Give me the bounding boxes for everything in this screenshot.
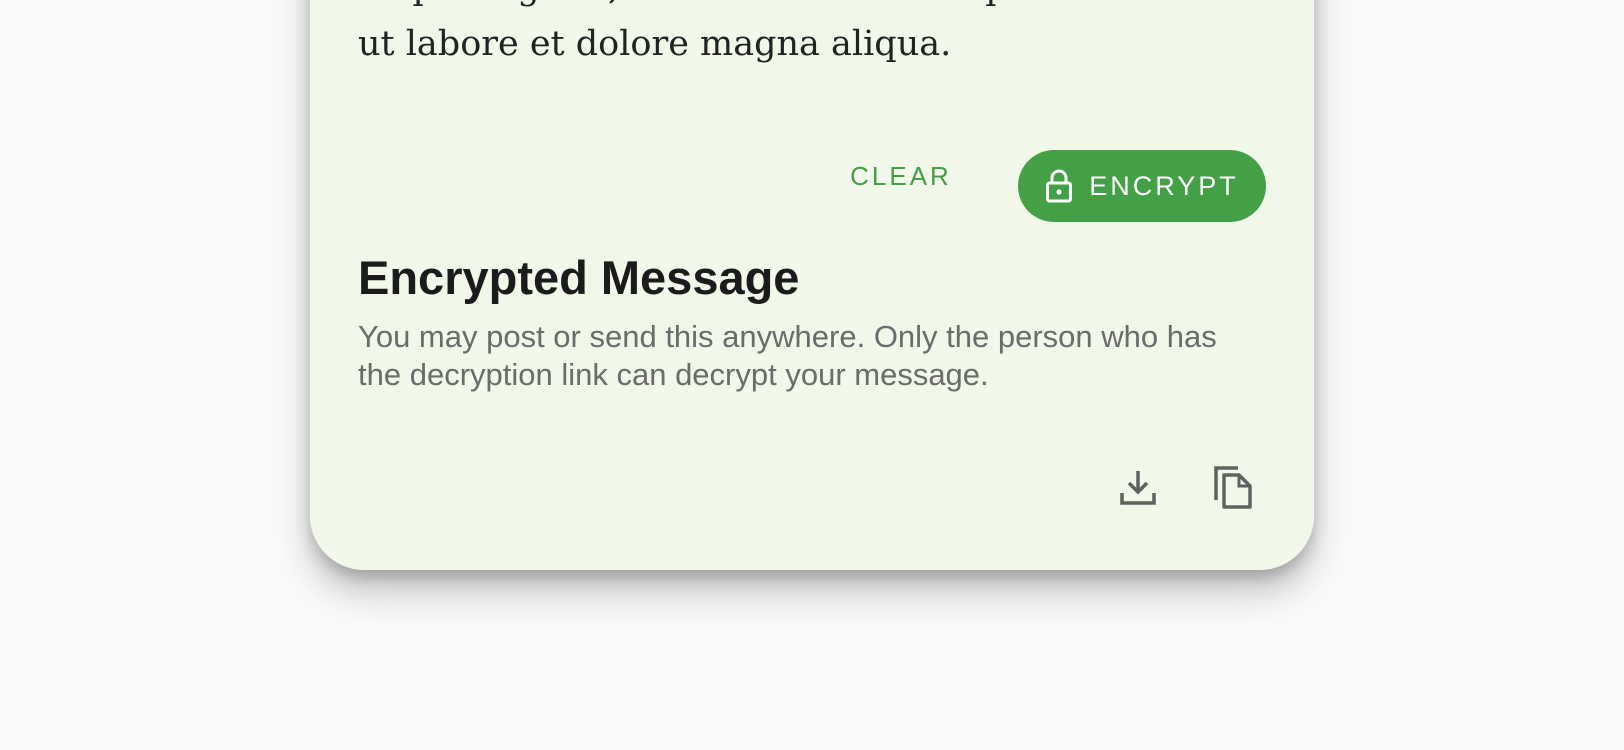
copy-icon: [1212, 464, 1254, 513]
message-partial-line: adipiscing elit, sed do eiusmod tempor i…: [358, 0, 1258, 16]
encrypted-message-description: You may post or send this anywhere. Only…: [358, 319, 1217, 392]
encrypt-button-label: ENCRYPT: [1089, 170, 1239, 201]
message-input-text[interactable]: adipiscing elit, sed do eiusmod tempor i…: [358, 0, 1258, 72]
lock-icon: [1045, 169, 1073, 203]
encrypted-message-title: Encrypted Message: [358, 251, 800, 304]
clear-button[interactable]: CLEAR: [842, 150, 960, 202]
copy-button[interactable]: [1205, 460, 1261, 516]
message-last-line: ut labore et dolore magna aliqua.: [358, 24, 952, 64]
download-icon: [1118, 467, 1158, 510]
encrypt-button[interactable]: ENCRYPT: [1018, 150, 1266, 222]
encrypt-card: adipiscing elit, sed do eiusmod tempor i…: [310, 0, 1314, 570]
download-button[interactable]: [1110, 460, 1166, 516]
